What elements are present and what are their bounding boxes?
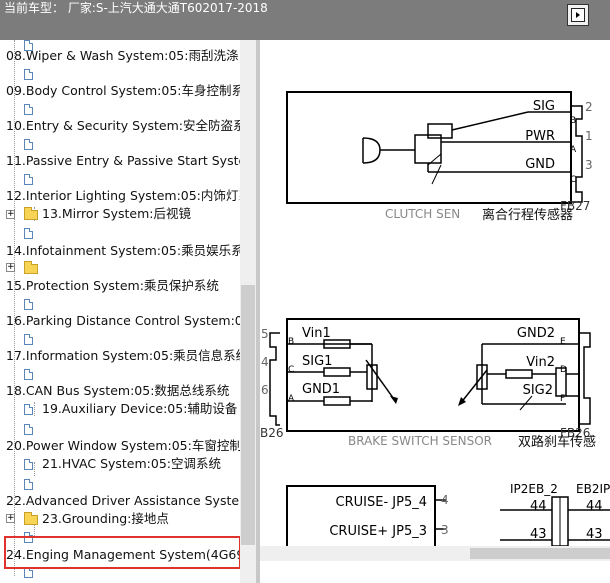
wiring-diagram: SIG PWR GND B A C 2 1 3 FB27 CLUTCH SEN … — [260, 91, 610, 547]
brake-wire-number: 5 — [261, 327, 269, 341]
folder-icon — [24, 261, 38, 274]
clutch-pin-gnd: GND — [525, 157, 555, 172]
cruise-connector-ip2eb: IP2EB_2 — [510, 482, 558, 496]
expand-toggle-icon[interactable]: + — [6, 514, 15, 523]
brake-pin-letter: A — [288, 394, 295, 404]
tree-item-20[interactable]: 20.Power Window System:05:车窗控制 — [6, 437, 240, 455]
document-icon[interactable] — [24, 404, 33, 415]
clutch-pin-letter: C — [570, 175, 576, 185]
cruise-minus-pin: CRUISE- JP5_4 — [336, 495, 427, 510]
cruise-connector-eb2ip: EB2IP — [576, 482, 610, 496]
brake-pin-gnd1: GND1 — [302, 382, 340, 397]
system-tree: 08.Wiper & Wash System:05:雨刮洗涤 09.Body C… — [0, 40, 240, 583]
tree-item-15[interactable]: 15.Protection System:乘员保护系统 — [6, 277, 219, 295]
cruise-wire-number: 4 — [441, 493, 449, 507]
document-icon[interactable] — [24, 479, 33, 490]
brake-left-connector-id: B26 — [260, 426, 284, 440]
panel-toggle-icon — [571, 8, 585, 22]
tree-item-08[interactable]: 08.Wiper & Wash System:05:雨刮洗涤 — [6, 47, 238, 65]
folder-icon — [24, 512, 38, 525]
document-icon[interactable] — [24, 139, 33, 150]
brake-pin-letter: D — [560, 365, 567, 375]
wiring-diagram-panel: SIG PWR GND B A C 2 1 3 FB27 CLUTCH SEN … — [260, 40, 610, 583]
tree-item-22[interactable]: 22.Advanced Driver Assistance Syster — [6, 492, 240, 510]
tree-item-21[interactable]: 21.HVAC System:05:空调系统 — [42, 455, 221, 473]
brake-pin-letter: E — [560, 337, 566, 347]
clutch-pin-letter: B — [570, 116, 576, 126]
brake-pin-vin2: Vin2 — [526, 355, 555, 370]
expand-toggle-icon[interactable]: + — [6, 210, 15, 219]
tree-scrollbar[interactable] — [240, 40, 256, 583]
tree-item-12[interactable]: 12.Interior Lighting System:05:内饰灯系 — [6, 187, 240, 205]
tree-item-10[interactable]: 10.Entry & Security System:安全防盗系 — [6, 117, 240, 135]
tree-item-17[interactable]: 17.Information System:05:乘员信息系统 — [6, 347, 240, 365]
brake-wire-number: 6 — [261, 383, 269, 397]
cruise-wire-number: 3 — [441, 523, 449, 537]
tree-item-16[interactable]: 16.Parking Distance Control System:0 — [6, 312, 240, 330]
cruise-plus-pin: CRUISE+ JP5_3 — [329, 524, 427, 539]
expand-toggle-icon[interactable]: + — [6, 263, 15, 272]
document-icon[interactable] — [24, 174, 33, 185]
brake-pin-sig2: SIG2 — [523, 383, 553, 398]
document-icon[interactable] — [24, 459, 33, 470]
clutch-pin-letter: A — [570, 145, 577, 155]
clutch-wire-number: 1 — [585, 129, 593, 143]
tree-guide-line — [34, 462, 35, 476]
diagram-horizontal-scrollbar[interactable] — [260, 546, 610, 561]
cruise-conn-value: 44 — [586, 499, 603, 514]
tree-item-19[interactable]: 19.Auxiliary Device:05:辅助设备 — [42, 400, 237, 418]
panel-toggle-button[interactable] — [567, 4, 589, 26]
brake-pin-sig1: SIG1 — [302, 354, 332, 369]
brake-pin-letter: B — [288, 337, 294, 347]
clutch-sensor-label: CLUTCH SEN — [385, 207, 460, 221]
clutch-wire-number: 2 — [585, 100, 593, 114]
tree-guide-line — [34, 402, 35, 416]
document-icon[interactable] — [24, 299, 33, 310]
tree-item-18[interactable]: 18.CAN Bus System:05:数据总线系统 — [6, 382, 229, 400]
title-bar: 当前车型： 厂家:S-上汽大通大通T602017-2018 — [0, 0, 610, 40]
document-icon[interactable] — [24, 424, 33, 435]
brake-pin-vin1: Vin1 — [302, 326, 331, 341]
tree-item-09[interactable]: 09.Body Control System:05:车身控制系 — [6, 82, 240, 100]
folder-icon — [24, 207, 38, 220]
brake-wire-number: 4 — [261, 355, 269, 369]
tree-scrollbar-thumb[interactable] — [241, 285, 255, 545]
brake-sensor-label-cn: 双路刹车传感 — [518, 434, 596, 450]
system-tree-panel: 08.Wiper & Wash System:05:雨刮洗涤 09.Body C… — [0, 40, 256, 583]
tree-item-14[interactable]: 14.Infotainment System:05:乘员娱乐系 — [6, 242, 240, 260]
vehicle-title: 当前车型： 厂家:S-上汽大通大通T602017-2018 — [4, 1, 268, 15]
tree-item-13[interactable]: 13.Mirror System:后视镜 — [42, 205, 191, 223]
cruise-conn-value: 44 — [530, 499, 547, 514]
brake-pin-letter: C — [288, 365, 294, 375]
clutch-pin-pwr: PWR — [525, 129, 555, 144]
brake-pin-gnd2: GND2 — [517, 326, 555, 341]
document-icon[interactable] — [24, 69, 33, 80]
document-icon[interactable] — [24, 334, 33, 345]
cruise-conn-value: 43 — [586, 527, 603, 542]
tree-item-11[interactable]: 11.Passive Entry & Passive Start Syste — [6, 152, 240, 170]
brake-sensor-label: BRAKE SWITCH SENSOR — [348, 434, 492, 448]
diagram-scrollbar-thumb[interactable] — [470, 548, 610, 559]
tree-item-23[interactable]: 23.Grounding:接地点 — [42, 510, 169, 528]
document-icon[interactable] — [24, 104, 33, 115]
document-icon[interactable] — [24, 228, 33, 239]
clutch-sensor-label-cn: 离合行程传感器 — [482, 207, 573, 223]
selection-highlight — [4, 536, 241, 569]
clutch-wire-number: 3 — [585, 158, 593, 172]
brake-pin-letter: F — [560, 394, 565, 404]
document-icon[interactable] — [24, 369, 33, 380]
clutch-pin-sig: SIG — [533, 99, 555, 114]
cruise-conn-value: 43 — [530, 527, 547, 542]
